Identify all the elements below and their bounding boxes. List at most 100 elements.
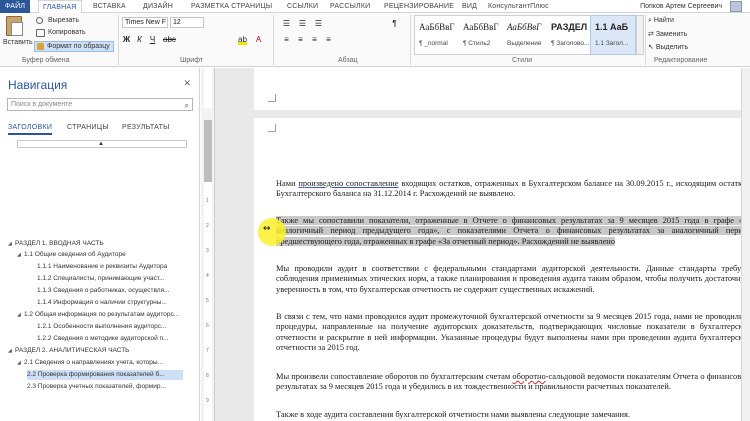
ruler-tick: 6 xyxy=(206,323,209,329)
style-emphasis[interactable]: АаБбВвГ Выделение xyxy=(503,16,547,54)
ribbon: Вставить Вырезать Копировать Формат по о… xyxy=(0,13,750,67)
italic-button[interactable]: К xyxy=(135,35,144,45)
clipboard-group-label: Буфер обмена xyxy=(22,57,70,64)
style-name: ¶ _normal xyxy=(419,40,448,47)
style-sample: АаБбВвГ xyxy=(463,22,499,32)
body-paragraph[interactable]: В связи с тем, что нами проводился аудит… xyxy=(276,312,750,354)
body-paragraph[interactable]: Нами произведено сопоставление входящих … xyxy=(276,179,750,200)
editing-group-label: Редактирование xyxy=(654,57,708,64)
tab-references[interactable]: ССЫЛКИ xyxy=(287,0,318,13)
align-right-icon[interactable]: ≡ xyxy=(310,35,319,45)
collapse-triangle-icon: ◢ xyxy=(17,312,21,318)
font-size-select[interactable]: 12 xyxy=(170,17,204,28)
ribbon-tabs: ФАЙЛ ГЛАВНАЯ ВСТАВКА ДИЗАЙН РАЗМЕТКА СТР… xyxy=(0,0,750,14)
nav-heading-item[interactable]: 1.1.3 Сведения о работниках, осуществля.… xyxy=(37,286,170,296)
nav-heading-item-selected[interactable]: 2.2 Проверка формирования показателей б.… xyxy=(27,370,183,380)
nav-heading-item[interactable]: 1.1.1 Наименование и реквизиты Аудитора xyxy=(37,262,167,272)
style-sample: АаБбВвГ xyxy=(419,22,455,32)
user-name[interactable]: Попков Артем Сергеевич xyxy=(640,0,722,13)
font-color-icon[interactable]: A xyxy=(254,35,263,45)
tab-design[interactable]: ДИЗАЙН xyxy=(143,0,173,13)
style-sample: РАЗДЕЛ xyxy=(551,22,588,32)
tab-view[interactable]: ВИД xyxy=(462,0,477,13)
find-label: Найти xyxy=(653,17,674,24)
paste-icon[interactable] xyxy=(6,16,23,36)
select-button[interactable]: ↖ Выделить xyxy=(648,43,688,51)
underline-button[interactable]: Ч xyxy=(148,35,157,45)
nav-heading-item[interactable]: ◢ РАЗДЕЛ 1. ВВОДНАЯ ЧАСТЬ xyxy=(8,239,104,249)
body-paragraph[interactable]: Мы произвели сопоставление оборотов по б… xyxy=(276,372,750,393)
body-paragraph[interactable]: Также в ходе аудита составления бухгалте… xyxy=(276,410,750,420)
collapse-triangle-icon: ◢ xyxy=(17,360,21,366)
document-area: 1 2 3 4 5 6 7 8 9 Нами произведено сопос… xyxy=(201,68,750,421)
tab-layout[interactable]: РАЗМЕТКА СТРАНИЦЫ xyxy=(191,0,272,13)
body-paragraph[interactable]: Мы проводили аудит в соответствии с феде… xyxy=(276,264,750,295)
nav-result-preview[interactable]: ▲ xyxy=(17,140,187,148)
nav-heading-item[interactable]: 1.2.1 Особенности выполнения аудиторс... xyxy=(37,322,166,332)
style-heading1[interactable]: РАЗДЕЛ ¶ Заголово... xyxy=(547,16,591,54)
nav-heading-item[interactable]: 1.1.2 Специалисты, принимающие участ... xyxy=(37,274,165,284)
style-normal[interactable]: АаБбВвГ ¶ _normal xyxy=(415,16,459,54)
body-paragraph-selected[interactable]: Также мы сопоставили показатели, отражен… xyxy=(276,216,750,247)
nav-heading-item[interactable]: 1.2.2 Сведения о методике аудиторской п.… xyxy=(37,334,168,344)
tab-home[interactable]: ГЛАВНАЯ xyxy=(38,0,82,14)
ruler-tick: 5 xyxy=(206,298,209,304)
style-name: ¶ Заголово... xyxy=(551,40,590,47)
ruler-tick: 2 xyxy=(206,223,209,229)
text-selection: Также мы сопоставили показатели, отражен… xyxy=(276,216,750,246)
paste-button[interactable]: Вставить xyxy=(3,39,33,46)
collapse-triangle-icon: ◢ xyxy=(8,348,12,354)
format-painter-button[interactable]: Формат по образцу xyxy=(34,41,114,52)
nav-heading-item[interactable]: ◢ 2.1 Сведения о направлениях учета, кото… xyxy=(17,358,163,368)
style-sample: 1.1 АаБ xyxy=(595,22,629,32)
replace-icon: ⇄ xyxy=(648,31,656,38)
multilevel-list-icon[interactable]: ☰ xyxy=(314,19,323,29)
nav-heading-item[interactable]: ◢ РАЗДЕЛ 2. АНАЛИТИЧЕСКАЯ ЧАСТЬ xyxy=(8,346,129,356)
nav-heading-item[interactable]: ◢ 1.1 Общие сведения об Аудиторе xyxy=(17,250,126,260)
numbering-icon[interactable]: ☰ xyxy=(298,19,307,29)
document-page[interactable]: Нами произведено сопоставление входящих … xyxy=(254,118,750,421)
align-center-icon[interactable]: ≡ xyxy=(296,35,305,45)
tab-mailings[interactable]: РАССЫЛКИ xyxy=(330,0,370,13)
nav-heading-item[interactable]: 2.3 Проверка учетных показателей, формир… xyxy=(27,382,166,392)
search-icon[interactable]: ⌕ xyxy=(185,100,189,111)
page-gap xyxy=(254,110,750,118)
tab-review[interactable]: РЕЦЕНЗИРОВАНИЕ xyxy=(384,0,454,13)
ruler-tick: 8 xyxy=(206,373,209,379)
strikethrough-button[interactable]: abc xyxy=(163,35,176,45)
scissors-icon xyxy=(36,17,43,24)
highlight-color-icon[interactable]: ab xyxy=(238,35,247,45)
nav-tab-pages[interactable]: СТРАНИЦЫ xyxy=(67,124,109,131)
nav-tab-results[interactable]: РЕЗУЛЬТАТЫ xyxy=(122,124,170,131)
divider xyxy=(410,15,411,65)
avatar[interactable] xyxy=(730,1,742,12)
vertical-scrollbar[interactable] xyxy=(741,68,750,421)
nav-search-input[interactable]: Поиск в документе ⌕ xyxy=(7,98,193,111)
align-left-icon[interactable]: ≡ xyxy=(282,35,291,45)
replace-button[interactable]: ⇄ Заменить xyxy=(648,30,687,38)
styles-scroll[interactable] xyxy=(636,15,644,55)
close-icon[interactable]: ✕ xyxy=(183,78,191,89)
show-marks-icon[interactable]: ¶ xyxy=(390,19,399,29)
bold-button[interactable]: Ж xyxy=(122,35,131,45)
select-label: Выделить xyxy=(655,44,689,51)
style-heading2[interactable]: 1.1 АаБ 1.1 Загол... xyxy=(590,15,636,55)
justify-icon[interactable]: ≡ xyxy=(324,35,333,45)
tab-consultantplus[interactable]: КонсультантПлюс xyxy=(488,0,549,13)
collapse-triangle-icon: ◢ xyxy=(17,252,21,258)
copy-button[interactable]: Копировать xyxy=(48,29,86,36)
font-name-select[interactable]: Times New F xyxy=(122,17,168,28)
bullets-icon[interactable]: ☰ xyxy=(282,19,291,29)
collapse-triangle-icon: ◢ xyxy=(8,241,12,247)
find-button[interactable]: ⌕ Найти xyxy=(648,17,674,25)
margin-mark xyxy=(268,94,276,102)
tab-file[interactable]: ФАЙЛ xyxy=(0,0,30,13)
format-painter-label: Формат по образцу xyxy=(47,43,110,50)
nav-heading-item[interactable]: ◢ 1.2 Общая информация по результатам ауд… xyxy=(17,310,179,320)
navigation-pane: Навигация ✕ Поиск в документе ⌕ ЗАГОЛОВК… xyxy=(0,68,200,421)
cut-button[interactable]: Вырезать xyxy=(48,17,79,24)
nav-tab-headings[interactable]: ЗАГОЛОВКИ xyxy=(8,124,53,135)
style-style2[interactable]: АаБбВвГ ¶ Стиль2 xyxy=(459,16,503,54)
nav-heading-item[interactable]: 1.1.4 Информация о наличии структурны... xyxy=(37,298,167,308)
tab-insert[interactable]: ВСТАВКА xyxy=(93,0,126,13)
